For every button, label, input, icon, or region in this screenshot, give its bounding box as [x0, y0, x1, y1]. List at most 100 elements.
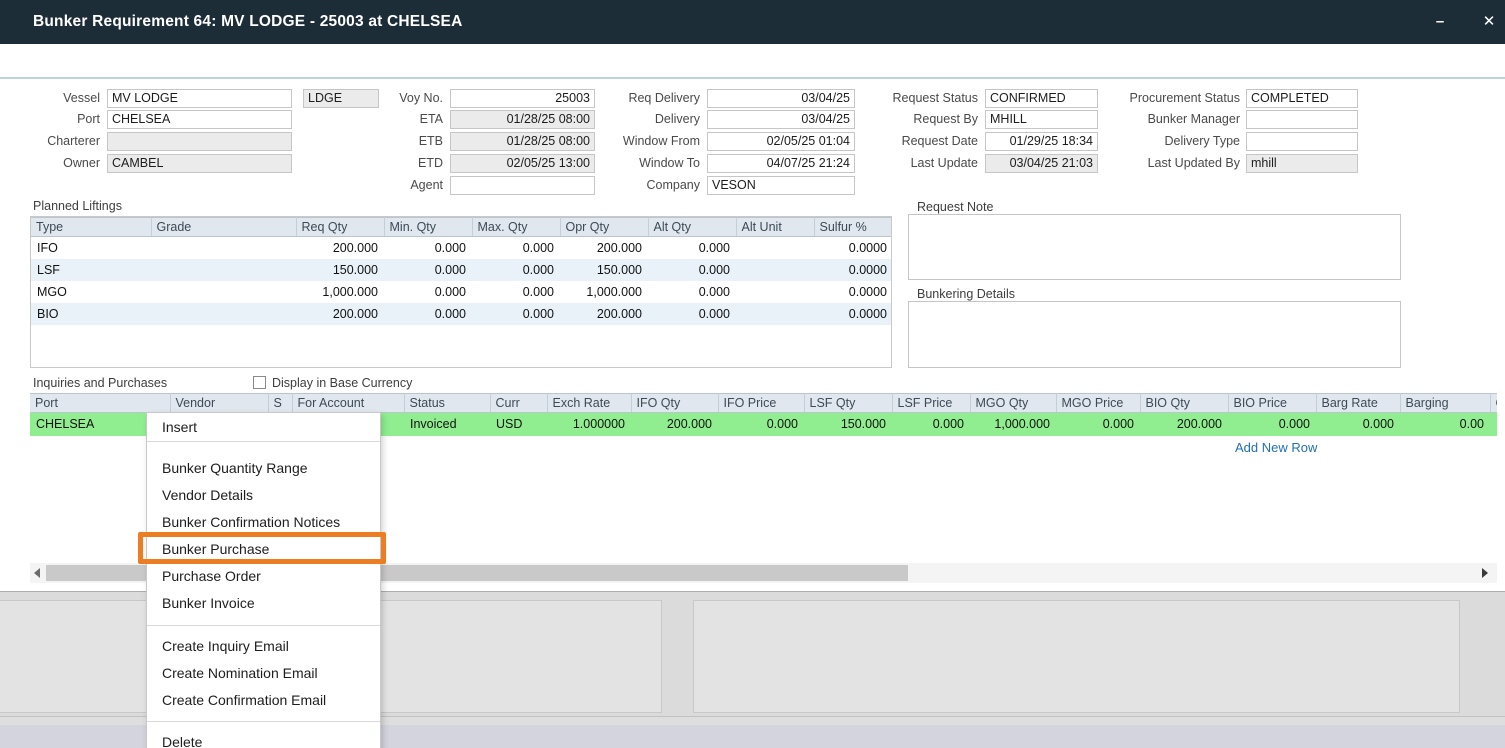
- table-row[interactable]: IFO 200.0000.000 0.000200.000 0.000 0.00…: [31, 237, 892, 259]
- eta-field: 01/28/25 08:00: [450, 110, 595, 129]
- col-barging[interactable]: Barging: [1400, 394, 1490, 413]
- window-to-label: Window To: [590, 154, 700, 173]
- bunker-manager-field[interactable]: [1246, 110, 1358, 129]
- request-note-textarea[interactable]: [908, 214, 1401, 280]
- col-opr-qty[interactable]: Opr Qty: [560, 218, 648, 237]
- company-field[interactable]: VESON: [707, 176, 855, 195]
- delivery-label: Delivery: [590, 110, 700, 129]
- col-bio-price[interactable]: BIO Price: [1228, 394, 1316, 413]
- inquiries-purchases-title: Inquiries and Purchases: [33, 376, 167, 390]
- menu-item-insert[interactable]: Insert: [147, 413, 380, 441]
- bunker-requirement-window: Bunker Requirement 64: MV LODGE - 25003 …: [0, 0, 1505, 748]
- menu-item-create-inquiry-email[interactable]: Create Inquiry Email: [147, 633, 380, 660]
- window-title: Bunker Requirement 64: MV LODGE - 25003 …: [33, 13, 462, 31]
- col-alt-qty[interactable]: Alt Qty: [648, 218, 736, 237]
- procurement-status-field[interactable]: COMPLETED: [1246, 89, 1358, 108]
- menu-item-bunker-confirmation-notices[interactable]: Bunker Confirmation Notices: [147, 509, 380, 536]
- col-for-account[interactable]: For Account: [292, 394, 404, 413]
- agent-label: Agent: [343, 176, 443, 195]
- close-button[interactable]: ✕: [1474, 10, 1504, 34]
- title-bar: Bunker Requirement 64: MV LODGE - 25003 …: [0, 0, 1505, 44]
- menu-item-bunker-purchase[interactable]: Bunker Purchase: [147, 536, 380, 563]
- col-grade[interactable]: Grade: [151, 218, 296, 237]
- request-status-label: Request Status: [868, 89, 978, 108]
- menu-item-delete[interactable]: Delete: [147, 729, 380, 748]
- etb-label: ETB: [343, 132, 443, 151]
- col-port[interactable]: Port: [30, 394, 170, 413]
- add-new-row-link[interactable]: Add New Row: [1235, 440, 1317, 455]
- col-ifo-qty[interactable]: IFO Qty: [631, 394, 718, 413]
- col-lsf-price[interactable]: LSF Price: [892, 394, 970, 413]
- company-label: Company: [590, 176, 700, 195]
- col-mgo-price[interactable]: MGO Price: [1056, 394, 1140, 413]
- col-type[interactable]: Type: [31, 218, 151, 237]
- col-lsf-qty[interactable]: LSF Qty: [804, 394, 892, 413]
- voy-no-field[interactable]: 25003: [450, 89, 595, 108]
- col-barg-rate[interactable]: Barg Rate: [1316, 394, 1400, 413]
- table-row[interactable]: MGO 1,000.0000.000 0.0001,000.000 0.000 …: [31, 281, 892, 303]
- last-updated-by-label: Last Updated By: [1105, 154, 1240, 173]
- col-ifo-price[interactable]: IFO Price: [718, 394, 804, 413]
- col-req-qty[interactable]: Req Qty: [296, 218, 384, 237]
- bunkering-details-textarea[interactable]: [908, 301, 1401, 368]
- table-row[interactable]: BIO 200.0000.000 0.000200.000 0.000 0.00…: [31, 303, 892, 325]
- col-curr[interactable]: Curr: [490, 394, 547, 413]
- table-row[interactable]: LSF 150.0000.000 0.000150.000 0.000 0.00…: [31, 259, 892, 281]
- req-delivery-field[interactable]: 03/04/25: [707, 89, 855, 108]
- request-status-field[interactable]: CONFIRMED: [985, 89, 1098, 108]
- window-from-field[interactable]: 02/05/25 01:04: [707, 132, 855, 151]
- etb-field: 01/28/25 08:00: [450, 132, 595, 151]
- delivery-type-field[interactable]: [1246, 132, 1358, 151]
- request-date-field[interactable]: 01/29/25 18:34: [985, 132, 1098, 151]
- request-date-label: Request Date: [868, 132, 978, 151]
- display-base-currency-checkbox[interactable]: [253, 376, 266, 389]
- menu-item-purchase-order[interactable]: Purchase Order: [147, 563, 380, 590]
- bunkering-details-label: Bunkering Details: [917, 287, 1015, 301]
- request-note-label: Request Note: [917, 200, 993, 214]
- delivery-field[interactable]: 03/04/25: [707, 110, 855, 129]
- menu-item-create-nomination-email[interactable]: Create Nomination Email: [147, 660, 380, 687]
- col-sulfur[interactable]: Sulfur %: [814, 218, 892, 237]
- eta-label: ETA: [343, 110, 443, 129]
- inquiries-header-row: Port Vendor S For Account Status Curr Ex…: [30, 394, 1497, 413]
- delivery-type-label: Delivery Type: [1105, 132, 1240, 151]
- procurement-status-label: Procurement Status: [1105, 89, 1240, 108]
- menu-item-bunker-quantity-range[interactable]: Bunker Quantity Range: [147, 455, 380, 482]
- col-vendor[interactable]: Vendor: [170, 394, 268, 413]
- col-mgo-qty[interactable]: MGO Qty: [970, 394, 1056, 413]
- col-s[interactable]: S: [268, 394, 292, 413]
- col-status[interactable]: Status: [404, 394, 490, 413]
- scroll-left-arrow-icon[interactable]: [34, 568, 40, 578]
- vessel-label: Vessel: [0, 89, 100, 108]
- toolbar: Save Attachments Accept Alert Bunker Sli…: [0, 44, 1505, 77]
- background-panel-right: [693, 600, 1460, 713]
- col-exch-rate[interactable]: Exch Rate: [547, 394, 631, 413]
- vessel-field[interactable]: MV LODGE: [107, 89, 292, 108]
- menu-item-create-confirmation-email[interactable]: Create Confirmation Email: [147, 687, 380, 714]
- charterer-field: [107, 132, 292, 151]
- minimize-button[interactable]: –: [1425, 10, 1455, 34]
- agent-field[interactable]: [450, 176, 595, 195]
- menu-item-bunker-invoice[interactable]: Bunker Invoice: [147, 590, 380, 617]
- menu-item-vendor-details[interactable]: Vendor Details: [147, 482, 380, 509]
- bunker-manager-label: Bunker Manager: [1105, 110, 1240, 129]
- planned-liftings-table: Type Grade Req Qty Min. Qty Max. Qty Opr…: [30, 216, 892, 368]
- planned-liftings-title: Planned Liftings: [33, 199, 122, 213]
- request-by-field[interactable]: MHILL: [985, 110, 1098, 129]
- scroll-right-arrow-icon[interactable]: [1482, 568, 1488, 578]
- col-alt-unit[interactable]: Alt Unit: [736, 218, 814, 237]
- window-from-label: Window From: [590, 132, 700, 151]
- col-cutoff[interactable]: C: [1490, 394, 1497, 413]
- col-max-qty[interactable]: Max. Qty: [472, 218, 560, 237]
- last-update-label: Last Update: [868, 154, 978, 173]
- port-field[interactable]: CHELSEA: [107, 110, 292, 129]
- req-delivery-label: Req Delivery: [590, 89, 700, 108]
- last-updated-by-field: mhill: [1246, 154, 1358, 173]
- planned-liftings-header-row: Type Grade Req Qty Min. Qty Max. Qty Opr…: [31, 218, 892, 237]
- display-base-currency-label: Display in Base Currency: [272, 376, 412, 390]
- window-to-field[interactable]: 04/07/25 21:24: [707, 154, 855, 173]
- col-bio-qty[interactable]: BIO Qty: [1140, 394, 1228, 413]
- etd-label: ETD: [343, 154, 443, 173]
- context-menu: Insert Bunker Quantity Range Vendor Deta…: [146, 412, 381, 748]
- col-min-qty[interactable]: Min. Qty: [384, 218, 472, 237]
